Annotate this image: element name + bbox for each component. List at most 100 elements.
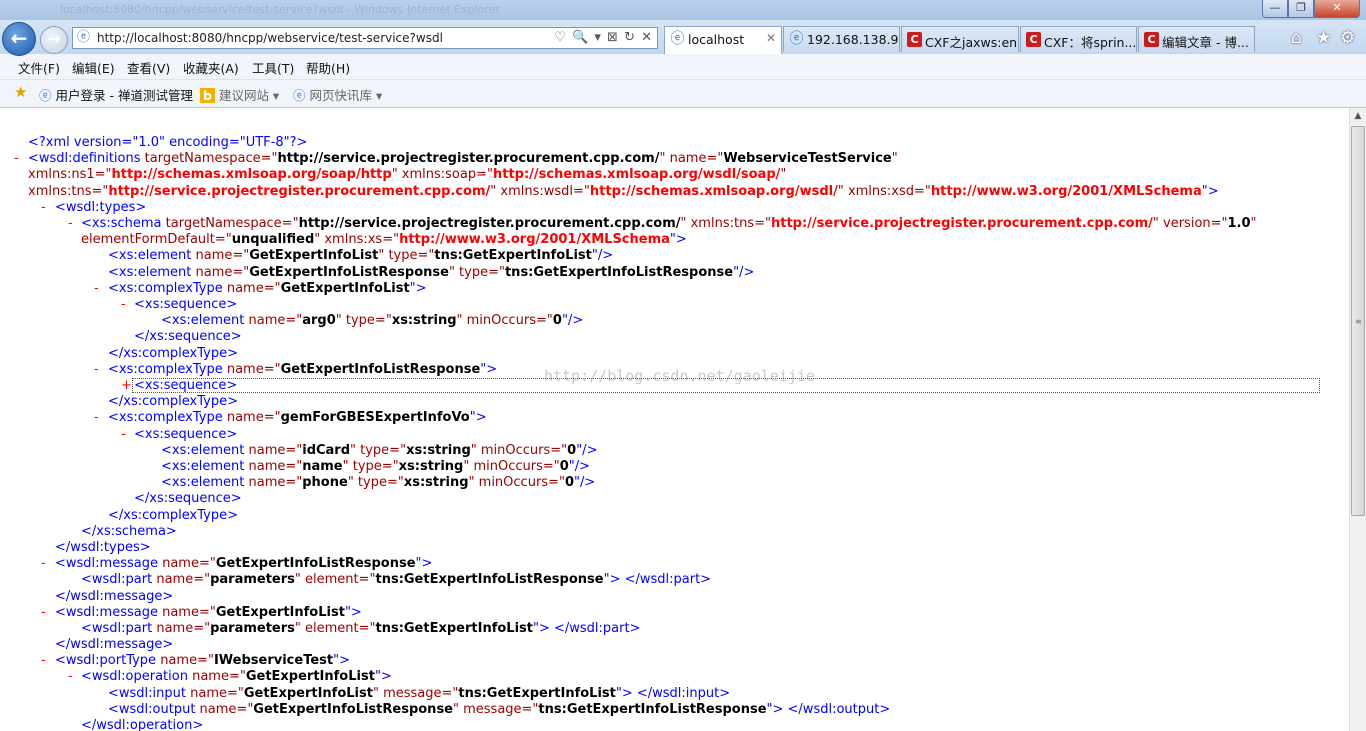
menu-help[interactable]: 帮助(H) [306, 58, 350, 77]
tab-cxf-spring[interactable]: C CXF：将sprin... [1020, 26, 1137, 52]
scrollbar-thumb[interactable]: ≡ [1351, 126, 1365, 516]
xml-line: <wsdl:definitions targetNamespace="http:… [28, 151, 898, 166]
xml-line: <xs:element name="phone" type="xs:string… [161, 475, 596, 490]
xml-line: <xs:element name="GetExpertInfoList" typ… [108, 248, 614, 263]
xml-line: </wsdl:message> [55, 589, 174, 604]
csdn-icon: C [1026, 32, 1041, 47]
fav-suggested-sites[interactable]: b 建议网站 ▾ [200, 85, 279, 104]
collapse-marker[interactable]: - [14, 151, 19, 167]
xml-line: xmlns:ns1="http://schemas.xmlsoap.org/so… [28, 167, 787, 182]
collapse-marker[interactable]: - [94, 362, 99, 378]
ie-icon: ⓔ [789, 31, 804, 47]
fav-label: 网页快讯库 ▾ [309, 88, 383, 103]
xml-line: <xs:schema targetNamespace="http://servi… [81, 216, 1257, 231]
xml-line: <xs:element name="arg0" type="xs:string"… [161, 313, 584, 328]
back-button[interactable]: ← [2, 22, 36, 56]
csdn-icon: C [1144, 32, 1159, 47]
xml-line: </xs:complexType> [108, 346, 238, 361]
xml-line: <wsdl:input name="GetExpertInfoList" mes… [108, 686, 731, 701]
forward-button[interactable]: → [40, 26, 68, 54]
minimize-button[interactable]: — [1262, 0, 1288, 18]
navigation-bar: ← → ⓔ http://localhost:8080/hncpp/webser… [0, 20, 1366, 56]
collapse-marker[interactable]: - [41, 200, 46, 216]
expand-marker[interactable]: + [121, 378, 132, 394]
xml-line: </xs:sequence> [134, 329, 242, 344]
csdn-icon: C [907, 32, 922, 47]
fav-label: 用户登录 - 禅道测试管理 [55, 88, 193, 103]
xml-line: <wsdl:message name="GetExpertInfoListRes… [55, 556, 433, 571]
home-icon[interactable]: ⌂ [1291, 28, 1302, 48]
arrow-left-icon: ← [10, 26, 28, 50]
address-url[interactable]: http://localhost:8080/hncpp/webservice/t… [97, 31, 443, 45]
xml-line: <xs:element name="name" type="xs:string"… [161, 459, 591, 474]
collapse-marker[interactable]: - [68, 669, 73, 685]
close-window-button[interactable]: ✕ [1314, 0, 1360, 18]
scroll-up-arrow-icon[interactable]: ▲ [1350, 108, 1366, 125]
fav-web-slice-gallery[interactable]: ⓔ 网页快讯库 ▾ [293, 85, 382, 104]
menu-file[interactable]: 文件(F) [18, 58, 60, 77]
xml-line: <xs:element name="idCard" type="xs:strin… [161, 443, 598, 458]
xml-line: <wsdl:portType name="IWebserviceTest"> [55, 653, 350, 668]
collapse-marker[interactable]: - [121, 297, 126, 313]
xml-line: <xs:sequence> [134, 427, 238, 442]
address-bar-icons[interactable]: ♡ 🔍 ▾ ⊠ ↻ ✕ [554, 30, 653, 45]
collapse-marker[interactable]: - [68, 216, 73, 232]
menu-tools[interactable]: 工具(T) [252, 58, 294, 77]
tab-label: 编辑文章 - 博... [1162, 35, 1249, 50]
menu-favorites[interactable]: 收藏夹(A) [183, 58, 239, 77]
menu-bar: 文件(F) 编辑(E) 查看(V) 收藏夹(A) 工具(T) 帮助(H) [0, 54, 1366, 80]
xml-line: xmlns:tns="http://service.projectregiste… [28, 184, 1219, 199]
xml-line: <xs:complexType name="gemForGBESExpertIn… [108, 410, 487, 425]
favorites-star-icon[interactable]: ★ [14, 83, 27, 101]
menu-edit[interactable]: 编辑(E) [72, 58, 115, 77]
xml-line: <wsdl:types> [55, 200, 147, 215]
xml-line: <wsdl:operation name="GetExpertInfoList"… [81, 669, 392, 684]
xml-line: </xs:sequence> [134, 491, 242, 506]
xml-declaration: <?xml version="1.0" encoding="UTF-8"?> [28, 135, 308, 150]
tab-label: localhost [688, 32, 745, 47]
collapse-marker[interactable]: - [94, 281, 99, 297]
tab-cxf-jaxws[interactable]: C CXF之jaxws:en... [901, 26, 1019, 52]
fav-zentao-login[interactable]: ⓔ 用户登录 - 禅道测试管理 [39, 85, 193, 104]
close-tab-icon[interactable]: ✕ [766, 31, 776, 45]
favorites-star-icon[interactable]: ★ [1316, 28, 1331, 48]
tools-gear-icon[interactable]: ⚙ [1340, 28, 1355, 48]
xml-line: <wsdl:part name="parameters" element="tn… [81, 621, 641, 636]
vertical-scrollbar[interactable]: ▲ ≡ [1349, 108, 1366, 731]
grip-icon: ≡ [1355, 317, 1362, 326]
xml-document-view: http://blog.csdn.net/gaoleijie - - - - -… [0, 108, 1349, 731]
collapse-marker[interactable]: - [41, 605, 46, 621]
tab-192-168-138-96[interactable]: ⓔ 192.168.138.96 [783, 26, 900, 52]
xml-line: <wsdl:output name="GetExpertInfoListResp… [108, 702, 891, 717]
tab-label: CXF：将sprin... [1044, 35, 1137, 50]
tab-localhost[interactable]: ⓔ localhost ✕ [664, 26, 782, 54]
maximize-button[interactable]: ❐ [1288, 0, 1314, 18]
xml-line: </xs:complexType> [108, 394, 238, 409]
tab-edit-article[interactable]: C 编辑文章 - 博... [1138, 26, 1255, 52]
xml-line-collapsed[interactable]: <xs:sequence> [134, 378, 237, 394]
collapse-marker[interactable]: - [94, 410, 99, 426]
xml-line: elementFormDefault="unqualified" xmlns:x… [81, 232, 687, 247]
collapse-marker[interactable]: - [41, 653, 46, 669]
xml-line: <xs:sequence> [134, 297, 238, 312]
bing-icon: b [200, 88, 215, 103]
xml-line: </xs:complexType> [108, 508, 238, 523]
ie-icon: ⓔ [39, 88, 52, 103]
webslice-icon: ⓔ [293, 88, 306, 103]
tab-label: CXF之jaxws:en... [925, 35, 1019, 50]
collapse-marker[interactable]: - [121, 427, 126, 443]
arrow-right-icon: → [47, 29, 61, 48]
collapse-marker[interactable]: - [41, 556, 46, 572]
address-bar[interactable]: ⓔ http://localhost:8080/hncpp/webservice… [72, 27, 658, 49]
favorites-bar: ★ ⓔ 用户登录 - 禅道测试管理 b 建议网站 ▾ ⓔ 网页快讯库 ▾ [0, 80, 1366, 108]
xml-line: <wsdl:part name="parameters" element="tn… [81, 572, 712, 587]
menu-view[interactable]: 查看(V) [127, 58, 170, 77]
xml-line: <xs:element name="GetExpertInfoListRespo… [108, 265, 755, 280]
window-title-bar: localhost:8080/hncpp/webservice/test-ser… [0, 0, 1366, 20]
xml-line: <xs:complexType name="GetExpertInfoListR… [108, 362, 498, 377]
xml-line: </xs:schema> [81, 524, 177, 539]
xml-line: </wsdl:message> [55, 637, 174, 652]
ie-icon: ⓔ [670, 31, 685, 47]
fav-label: 建议网站 ▾ [218, 88, 280, 103]
xml-line: </wsdl:operation> [81, 718, 204, 731]
